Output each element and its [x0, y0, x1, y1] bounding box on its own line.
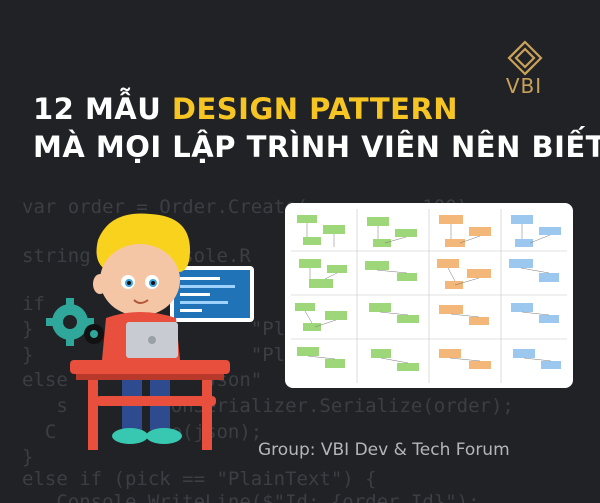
group-label: Group: VBI Dev & Tech Forum: [258, 440, 510, 460]
code-line: }: [22, 446, 34, 468]
banner: var order = Order.Create( 100); string C…: [0, 0, 600, 503]
logo-text: VBI: [505, 74, 543, 98]
gear-icon: [46, 298, 104, 346]
code-line: Console.WriteLine($"Id: {order.Id}");: [22, 491, 480, 503]
headline-line-1: 12 MẪU DESIGN PATTERN: [33, 92, 458, 126]
monitor-icon: [170, 266, 254, 322]
laptop-icon: [126, 322, 178, 358]
headline-highlight: DESIGN PATTERN: [171, 92, 459, 126]
developer-illustration: [46, 213, 254, 450]
headline-prefix: 12 MẪU: [33, 92, 172, 126]
cheatsheet-diagram-icon: [291, 209, 567, 383]
design-pattern-cheatsheet-image: [285, 203, 573, 388]
headline-line-2: MÀ MỌI LẬP TRÌNH VIÊN NÊN BIẾT: [33, 130, 600, 164]
code-line: else if (pick == "PlainText") {: [22, 468, 377, 490]
